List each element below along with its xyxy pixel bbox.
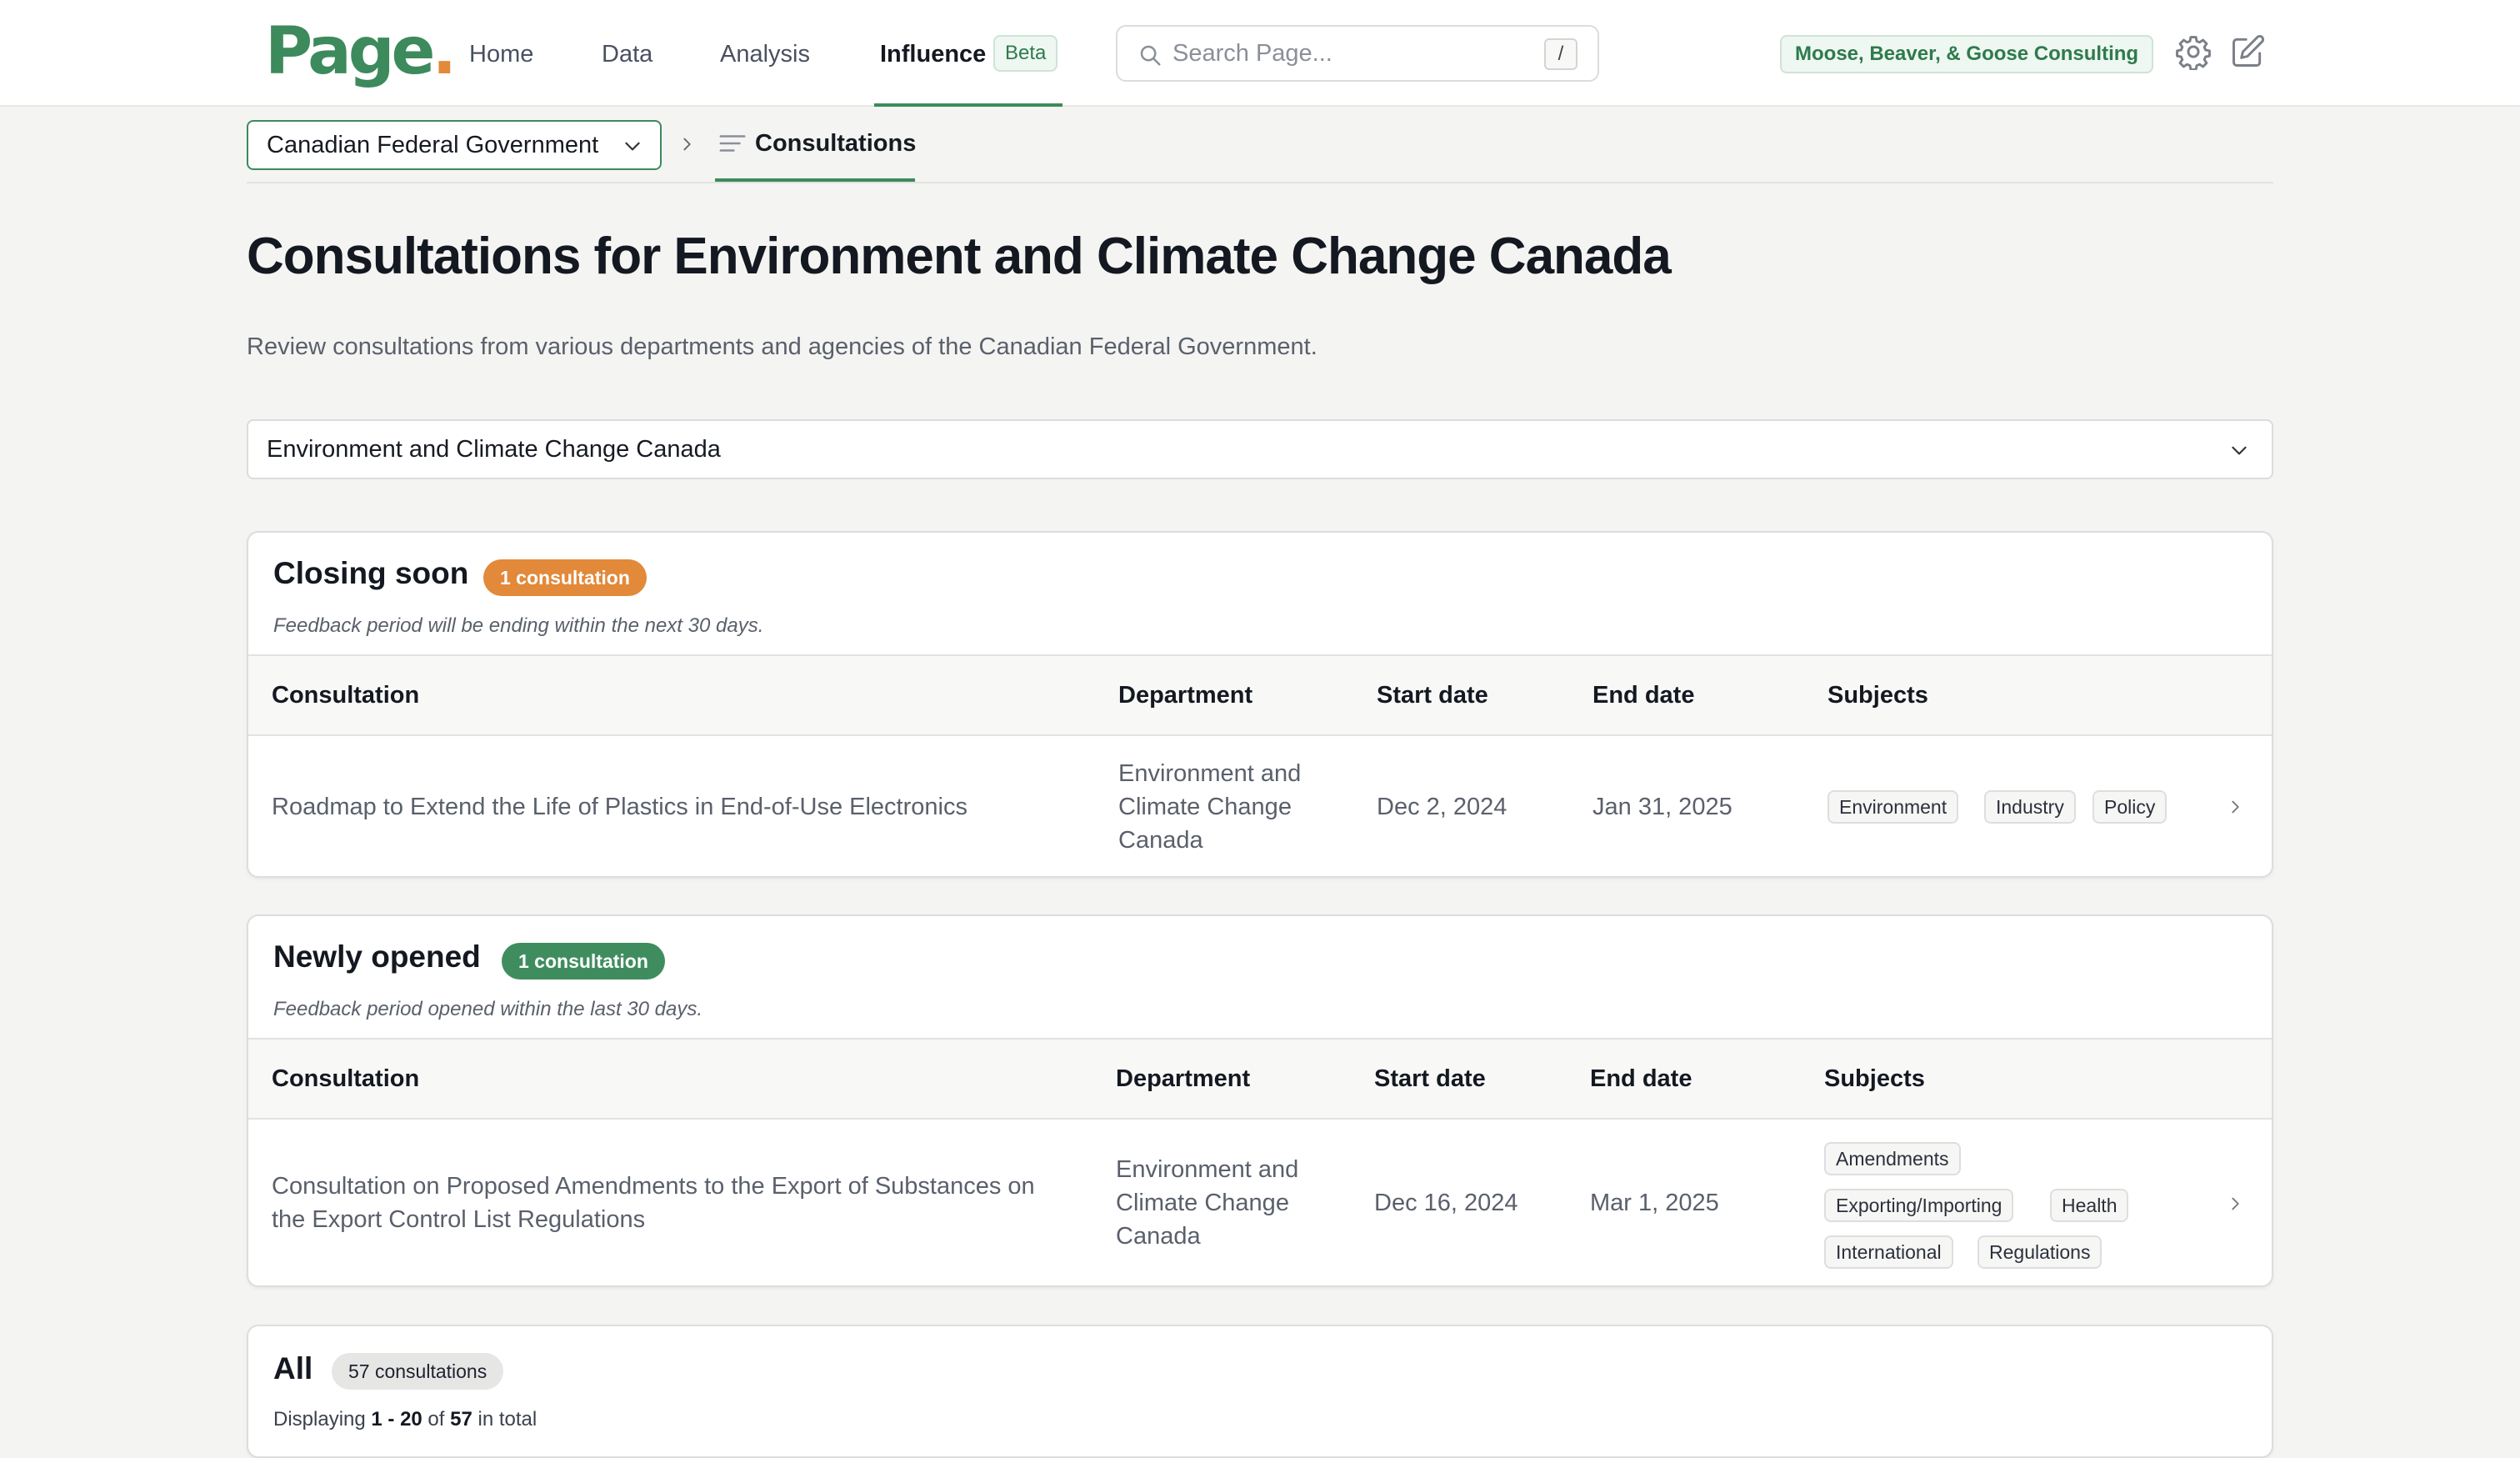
table-header: Consultation Department Start date End d… [248, 1038, 2272, 1120]
card-header: Newly opened 1 consultation Feedback per… [248, 916, 2272, 1038]
table-header: Consultation Department Start date End d… [248, 654, 2272, 736]
subject-tag: Industry [1984, 790, 2076, 824]
card-title: Newly opened [273, 939, 481, 974]
search-input[interactable]: Search Page... / [1116, 25, 1599, 82]
column-header-start-date: Start date [1374, 1065, 1486, 1092]
pagination-suffix: in total [472, 1408, 538, 1430]
search-shortcut-key: / [1544, 38, 1578, 70]
beta-badge: Beta [993, 35, 1058, 72]
page-description: Review consultations from various depart… [247, 333, 1318, 360]
card-title: All [273, 1351, 313, 1385]
page-title: Consultations for Environment and Climat… [247, 228, 1672, 285]
card-title: Closing soon [273, 556, 469, 590]
pagination-of: of [422, 1408, 451, 1430]
page-logo[interactable]: Page. [265, 18, 457, 85]
chevron-right-icon[interactable] [2227, 1193, 2245, 1215]
consultation-count-badge: 1 consultation [483, 559, 647, 596]
organization-badge[interactable]: Moose, Beaver, & Goose Consulting [1780, 35, 2154, 73]
newly-opened-card: Newly opened 1 consultation Feedback per… [247, 914, 2273, 1287]
department-cell: Environment and Climate Change Canada [1116, 1153, 1298, 1253]
card-subtitle: Feedback period will be ending within th… [273, 614, 764, 637]
breadcrumb-divider [247, 182, 2273, 183]
department-select-value: Environment and Climate Change Canada [267, 436, 721, 463]
column-header-consultation: Consultation [272, 682, 420, 709]
subject-tag: Policy [2092, 790, 2168, 824]
closing-soon-card: Closing soon 1 consultation Feedback per… [247, 531, 2273, 878]
card-subtitle: Feedback period opened within the last 3… [273, 998, 703, 1020]
top-navigation-bar: Page. Home Data Analysis Influence Beta … [0, 0, 2520, 107]
department-select[interactable]: Environment and Climate Change Canada [247, 419, 2273, 479]
pagination-summary: Displaying 1 - 20 of 57 in total [273, 1408, 537, 1431]
pagination-range: 1 - 20 [371, 1408, 422, 1430]
column-header-department: Department [1116, 1065, 1251, 1092]
subject-tag: Regulations [1978, 1235, 2102, 1269]
column-header-subjects: Subjects [1828, 682, 1928, 709]
government-selector-label: Canadian Federal Government [267, 132, 599, 158]
all-consultations-card: All 57 consultations Displaying 1 - 20 o… [247, 1325, 2273, 1458]
pagination-prefix: Displaying [273, 1408, 372, 1430]
breadcrumb-current-label: Consultations [755, 130, 917, 157]
column-header-department: Department [1118, 682, 1253, 709]
subject-tag: Exporting/Importing [1824, 1189, 2014, 1222]
chevron-right-icon[interactable] [2227, 796, 2245, 818]
column-header-end-date: End date [1592, 682, 1695, 709]
column-header-end-date: End date [1590, 1065, 1692, 1092]
department-line: Environment and [1118, 760, 1302, 787]
end-date: Mar 1, 2025 [1590, 1190, 1719, 1216]
subject-tag: Environment [1828, 790, 1959, 824]
chevron-right-icon [683, 138, 691, 151]
consultation-title[interactable]: Roadmap to Extend the Life of Plastics i… [272, 790, 968, 824]
department-cell: Environment and Climate Change Canada [1118, 757, 1301, 857]
nav-home[interactable]: Home [469, 0, 533, 107]
consultation-count-badge: 57 consultations [332, 1353, 504, 1390]
column-header-consultation: Consultation [272, 1065, 420, 1092]
breadcrumb-consultations[interactable]: Consultations [715, 108, 917, 182]
department-line: Climate Change [1116, 1190, 1289, 1216]
department-line: Climate Change [1118, 794, 1292, 820]
subject-tag: International [1824, 1235, 1953, 1269]
table-row[interactable]: Roadmap to Extend the Life of Plastics i… [248, 736, 2272, 876]
table-row[interactable]: Consultation on Proposed Amendments to t… [248, 1120, 2272, 1285]
government-selector[interactable]: Canadian Federal Government [247, 120, 662, 170]
consultation-title[interactable]: Consultation on Proposed Amendments to t… [272, 1170, 1035, 1236]
consultation-title-line: Consultation on Proposed Amendments to t… [272, 1173, 1035, 1200]
consultation-title-line: the Export Control List Regulations [272, 1206, 646, 1233]
consultation-count-badge: 1 consultation [502, 943, 665, 980]
nav-data[interactable]: Data [602, 0, 652, 107]
card-header: Closing soon 1 consultation Feedback per… [248, 533, 2272, 654]
start-date: Dec 16, 2024 [1374, 1190, 1518, 1216]
subject-tag: Health [2050, 1189, 2129, 1222]
nav-analysis[interactable]: Analysis [720, 0, 810, 107]
pagination-total: 57 [450, 1408, 472, 1430]
search-icon [1140, 45, 1161, 66]
end-date: Jan 31, 2025 [1592, 794, 1732, 820]
chevron-down-icon [625, 142, 640, 151]
department-line: Environment and [1116, 1156, 1299, 1183]
gear-icon[interactable] [2175, 33, 2212, 70]
active-nav-indicator [874, 103, 1062, 107]
edit-icon[interactable] [2229, 33, 2266, 70]
column-header-subjects: Subjects [1824, 1065, 1925, 1092]
search-placeholder: Search Page... [1172, 40, 1332, 67]
nav-influence[interactable]: Influence [880, 0, 986, 107]
chevron-down-icon [2232, 446, 2247, 455]
start-date: Dec 2, 2024 [1377, 794, 1508, 820]
department-line: Canada [1116, 1223, 1201, 1250]
column-header-start-date: Start date [1377, 682, 1488, 709]
subject-tag: Amendments [1824, 1142, 1961, 1175]
list-icon [719, 135, 746, 152]
department-line: Canada [1118, 827, 1203, 854]
